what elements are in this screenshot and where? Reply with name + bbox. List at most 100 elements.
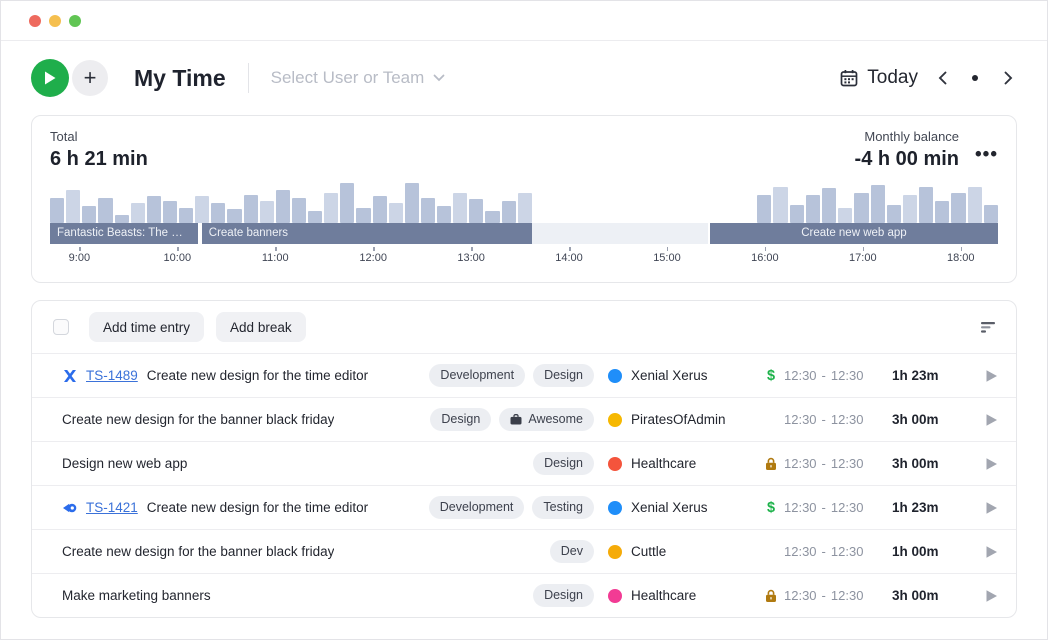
activity-bar [324,193,338,223]
time-range[interactable]: 12:30-12:30 [784,412,892,427]
tag-list: Design [533,452,594,475]
chevron-down-icon [433,74,445,82]
time-entry-row: Design new web app Design Healthcare 12:30-… [32,441,1016,485]
add-time-entry-button[interactable]: Add time entry [89,312,204,342]
time-range[interactable]: 12:30-12:30 [784,588,892,603]
timeline-segment[interactable]: Create new web app [708,223,998,244]
play-icon [985,413,998,427]
entry-duration[interactable]: 3h 00m [892,412,964,427]
project-cell[interactable]: Cuttle [608,544,758,559]
activity-bar [131,203,145,223]
project-name: Xenial Xerus [631,368,708,383]
axis-tick-label: 15:00 [653,252,681,264]
activity-bar [951,193,965,223]
page-title: My Time [134,65,226,92]
traffic-light-minimize-button[interactable] [49,15,61,27]
axis-tick-label: 10:00 [164,252,192,264]
row-play-button[interactable] [964,369,998,383]
window-titlebar [1,1,1047,41]
timeline-segment[interactable]: Create banners [200,223,532,244]
tag-pill[interactable]: Development [429,364,525,387]
select-all-checkbox[interactable] [53,319,69,335]
tag-pill[interactable]: Testing [532,496,594,519]
time-entry-row: TS-1421 Create new design for the time ed… [32,485,1016,529]
tag-pill[interactable]: Awesome [499,408,594,431]
project-cell[interactable]: Healthcare [608,588,758,603]
activity-bar [276,190,290,223]
activity-bar [806,195,820,223]
activity-bar [244,195,258,223]
entry-title: Design new web app [62,456,187,471]
activity-bar [469,199,483,223]
axis-tick [667,247,669,251]
row-play-button[interactable] [964,589,998,603]
project-color-dot [608,501,622,515]
billable-dollar-icon: $ [767,500,775,516]
tag-pill[interactable]: Design [533,364,594,387]
entry-duration[interactable]: 3h 00m [892,456,964,471]
activity-bar [773,187,787,223]
start-timer-button[interactable] [31,59,69,97]
project-cell[interactable]: PiratesOfAdmin [608,412,758,427]
entry-duration[interactable]: 3h 00m [892,588,964,603]
row-play-button[interactable] [964,413,998,427]
entry-duration[interactable]: 1h 00m [892,544,964,559]
activity-bar [421,198,435,223]
project-cell[interactable]: Xenial Xerus [608,368,758,383]
activity-bar [356,208,370,223]
ticket-link[interactable]: TS-1421 [86,500,138,515]
activity-bar [887,205,901,223]
tag-pill[interactable]: Development [429,496,525,519]
play-icon [43,70,57,86]
time-range[interactable]: 12:30-12:30 [784,544,892,559]
activity-bar [903,195,917,223]
tag-pill[interactable]: Design [533,452,594,475]
more-options-button[interactable]: ••• [975,137,998,164]
add-entry-button[interactable]: + [72,60,108,96]
entry-title: Create new design for the time editor [147,500,368,515]
time-entries: TS-1489 Create new design for the time ed… [32,353,1016,617]
prev-day-button[interactable] [933,69,951,87]
play-icon [985,589,998,603]
row-play-button[interactable] [964,545,998,559]
current-day-button[interactable] [966,69,984,87]
time-range[interactable]: 12:30-12:30 [784,456,892,471]
rocket-icon [62,500,78,516]
date-picker-button[interactable]: Today [840,67,918,89]
activity-bar [227,209,241,223]
traffic-light-close-button[interactable] [29,15,41,27]
tag-pill[interactable]: Dev [550,540,594,563]
activity-bar [405,183,419,223]
time-entry-row: Make marketing banners Design Healthcare 12… [32,573,1016,617]
lock-icon [765,457,777,471]
tag-pill[interactable]: Design [533,584,594,607]
billable-dollar-icon: $ [767,368,775,384]
project-name: Xenial Xerus [631,500,708,515]
filter-button[interactable] [981,322,998,333]
entry-title: Make marketing banners [62,588,211,603]
activity-bar [373,196,387,223]
row-play-button[interactable] [964,457,998,471]
play-icon [985,457,998,471]
entry-duration[interactable]: 1h 23m [892,500,964,515]
play-icon [985,501,998,515]
traffic-light-zoom-button[interactable] [69,15,81,27]
entry-duration[interactable]: 1h 23m [892,368,964,383]
tag-pill[interactable]: Design [430,408,491,431]
activity-bar [66,190,80,223]
row-play-button[interactable] [964,501,998,515]
activity-bar [340,183,354,223]
axis-tick-label: 16:00 [751,252,779,264]
timeline-segment[interactable]: Fantastic Beasts: The Crimes... [50,223,198,244]
user-team-selector[interactable]: Select User or Team [271,68,446,88]
time-range[interactable]: 12:30-12:30 [784,500,892,515]
activity-bar [485,211,499,223]
next-day-button[interactable] [999,69,1017,87]
entry-title: Create new design for the banner black f… [62,544,334,559]
project-cell[interactable]: Xenial Xerus [608,500,758,515]
time-entry-row: Create new design for the banner black f… [32,397,1016,441]
project-cell[interactable]: Healthcare [608,456,758,471]
ticket-link[interactable]: TS-1489 [86,368,138,383]
time-range[interactable]: 12:30-12:30 [784,368,892,383]
add-break-button[interactable]: Add break [216,312,306,342]
